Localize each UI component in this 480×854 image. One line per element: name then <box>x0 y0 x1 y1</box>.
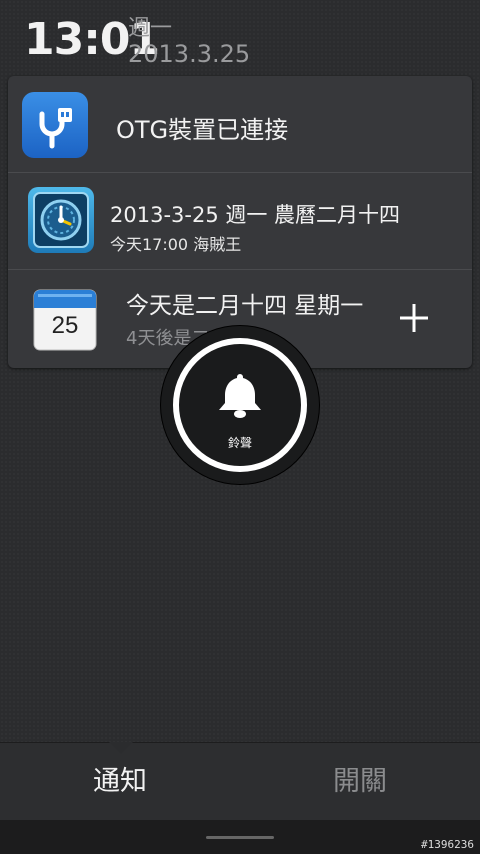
notification-title: 今天是二月十四 星期一 <box>126 293 364 319</box>
drag-handle[interactable] <box>206 836 274 839</box>
date-label: 2013.3.25 <box>128 40 251 68</box>
calendar-icon: 25 <box>32 286 98 352</box>
ringtone-toggle-button[interactable]: 鈴聲 <box>161 326 319 484</box>
tab-toggles[interactable]: 開關 <box>240 743 480 821</box>
calendar-day-number: 25 <box>51 312 79 339</box>
drag-handle-area[interactable]: #1396236 <box>0 820 480 854</box>
usb-otg-icon <box>22 92 88 158</box>
bell-icon <box>214 370 266 420</box>
tab-bar: 通知 開關 <box>0 742 480 821</box>
status-header: 13:01 週一 2013.3.25 <box>0 0 480 76</box>
notification-title: OTG裝置已連接 <box>116 116 289 144</box>
notification-subtitle: 今天17:00 海賊王 <box>110 235 242 254</box>
notification-title: 2013-3-25 週一 農曆二月十四 <box>110 203 401 227</box>
weekday-label: 週一 <box>128 16 173 41</box>
plus-icon[interactable] <box>396 300 432 336</box>
ringtone-label: 鈴聲 <box>227 436 252 450</box>
notification-otg[interactable]: OTG裝置已連接 <box>8 76 472 173</box>
watermark: #1396236 <box>421 838 474 851</box>
notification-panel: OTG裝置已連接 2013-3-25 週一 農曆二月十四 今天17:00 海賊王 <box>8 76 472 368</box>
clock-icon <box>28 187 94 253</box>
notification-calendar-event[interactable]: 2013-3-25 週一 農曆二月十四 今天17:00 海賊王 <box>8 173 472 270</box>
tab-notifications[interactable]: 通知 <box>0 743 240 821</box>
